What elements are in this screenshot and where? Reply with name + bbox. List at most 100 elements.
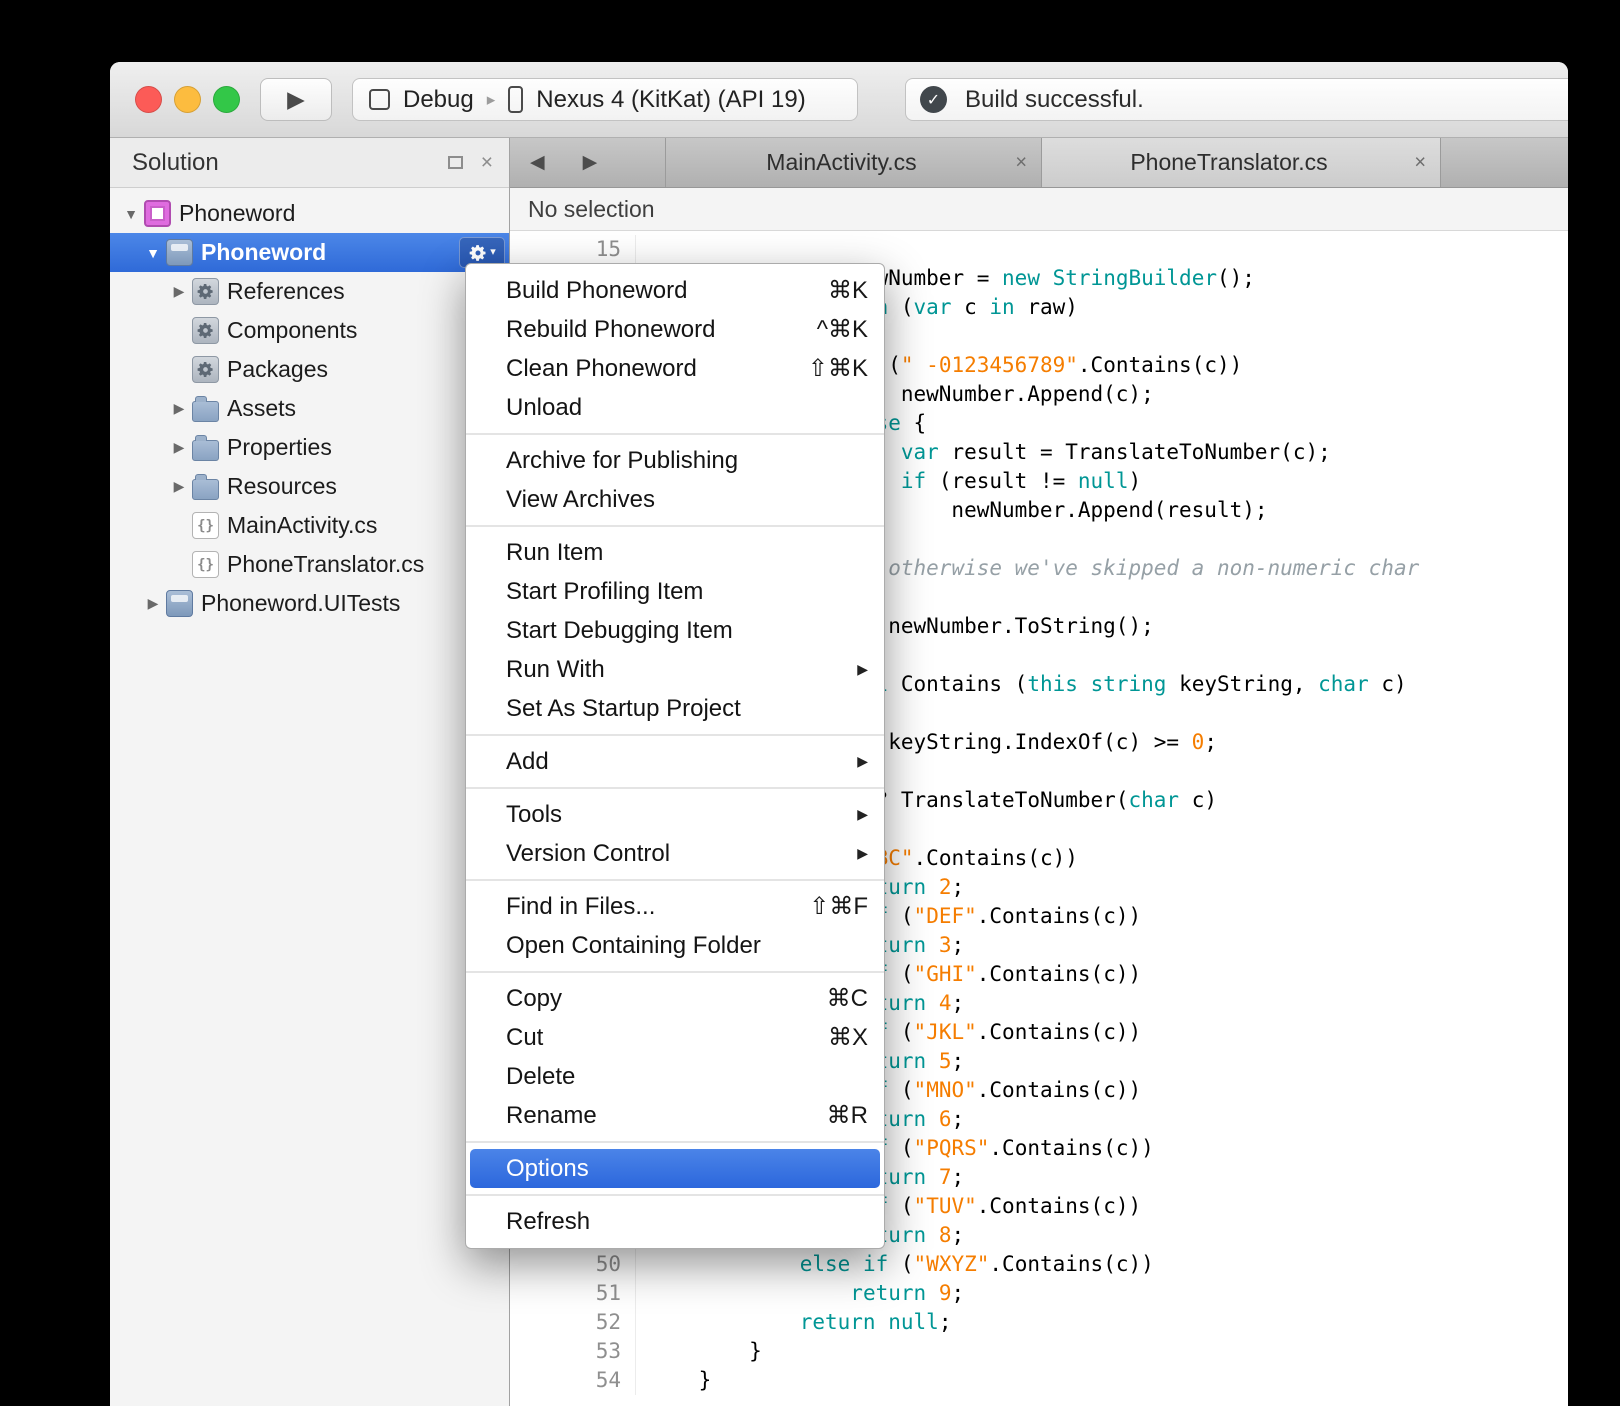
menu-separator — [466, 1141, 884, 1143]
sidebar-item-phoneword[interactable]: ▼Phoneword▾ — [110, 233, 509, 272]
menu-item-add[interactable]: Add▶ — [466, 742, 884, 781]
menu-item-label: Copy — [506, 985, 807, 1013]
run-button[interactable]: ▶ — [260, 78, 332, 121]
menu-item-shortcut: ⇧⌘K — [808, 354, 868, 383]
chevron-right-icon[interactable]: ▶ — [166, 283, 192, 300]
project-context-menu: Build Phoneword⌘K Rebuild Phoneword ^⌘K Cle… — [465, 263, 885, 1249]
chevron-down-icon[interactable]: ▼ — [140, 245, 166, 261]
code-text: } — [636, 1366, 711, 1395]
menu-item-label: Unload — [506, 394, 868, 422]
menu-item-refresh[interactable]: Refresh — [466, 1202, 884, 1241]
menu-item-label: Set As Startup Project — [506, 695, 868, 723]
tab-label: MainActivity.cs — [766, 149, 916, 176]
code-file-icon: {} — [192, 512, 219, 539]
menu-item-label: Refresh — [506, 1208, 868, 1236]
menu-item-clean-phoneword[interactable]: Clean Phoneword ⇧⌘K — [466, 349, 884, 388]
menu-item-label: Rename — [506, 1102, 807, 1130]
dock-pad-icon[interactable] — [448, 156, 463, 169]
menu-item-copy[interactable]: Copy⌘C — [466, 979, 884, 1018]
chevron-right-icon[interactable]: ▶ — [140, 595, 166, 612]
build-status-text: Build successful. — [965, 86, 1144, 114]
menu-item-options[interactable]: Options — [470, 1149, 880, 1188]
line-number: 52 — [510, 1308, 636, 1337]
sidebar-item-properties[interactable]: ▶ Properties — [110, 428, 509, 467]
chevron-right-icon[interactable]: ▶ — [166, 478, 192, 495]
editor-tab-bar: ◀ ▶ MainActivity.cs×PhoneTranslator.cs× — [510, 138, 1568, 188]
menu-item-label: Build Phoneword — [506, 277, 808, 305]
menu-item-label: Run Item — [506, 539, 868, 567]
sidebar-item-mainactivity-cs[interactable]: {} MainActivity.cs — [110, 506, 509, 545]
menu-item-delete[interactable]: Delete — [466, 1057, 884, 1096]
line-number: 54 — [510, 1366, 636, 1395]
tab-navigation: ◀ ▶ — [510, 138, 665, 187]
configuration-icon — [369, 89, 390, 110]
device-icon — [508, 86, 523, 113]
navigate-forward-icon[interactable]: ▶ — [583, 151, 598, 174]
menu-item-rebuild-phoneword[interactable]: Rebuild Phoneword ^⌘K — [466, 310, 884, 349]
menu-separator — [466, 879, 884, 881]
sidebar-item-label: Properties — [227, 434, 332, 461]
close-window-button[interactable] — [135, 86, 162, 113]
submenu-arrow-icon: ▶ — [857, 806, 868, 823]
menu-item-view-archives[interactable]: View Archives — [466, 480, 884, 519]
menu-item-label: Clean Phoneword — [506, 355, 788, 383]
close-icon[interactable]: × — [1015, 151, 1027, 174]
packages-icon — [192, 356, 219, 383]
menu-item-set-as-startup-project[interactable]: Set As Startup Project — [466, 689, 884, 728]
code-line: 51 return 9; — [510, 1279, 1568, 1308]
menu-item-rename[interactable]: Rename⌘R — [466, 1096, 884, 1135]
sidebar-item-assets[interactable]: ▶Assets — [110, 389, 509, 428]
sidebar-item-resources[interactable]: ▶ Resources — [110, 467, 509, 506]
menu-item-run-with[interactable]: Run With▶ — [466, 650, 884, 689]
menu-item-build-phoneword[interactable]: Build Phoneword⌘K — [466, 271, 884, 310]
close-pad-icon[interactable]: × — [481, 152, 493, 173]
line-number: 53 — [510, 1337, 636, 1366]
menu-item-start-debugging-item[interactable]: Start Debugging Item — [466, 611, 884, 650]
menu-item-start-profiling-item[interactable]: Start Profiling Item — [466, 572, 884, 611]
tab-phonetranslator-cs[interactable]: PhoneTranslator.cs× — [1041, 138, 1441, 187]
menu-item-unload[interactable]: Unload — [466, 388, 884, 427]
menu-item-shortcut: ^⌘K — [817, 315, 868, 344]
submenu-arrow-icon: ▶ — [857, 845, 868, 862]
run-configuration-selector[interactable]: Debug ▸ Nexus 4 (KitKat) (API 19) — [352, 78, 858, 121]
code-line: 52 return null; — [510, 1308, 1568, 1337]
menu-item-label: Delete — [506, 1063, 868, 1091]
sidebar-item-phonetranslator-cs[interactable]: {}PhoneTranslator.cs — [110, 545, 509, 584]
sidebar-item-label: Resources — [227, 473, 337, 500]
menu-separator — [466, 525, 884, 527]
code-text: else if ("WXYZ".Contains(c)) — [636, 1250, 1154, 1279]
tab-mainactivity-cs[interactable]: MainActivity.cs × — [665, 138, 1041, 187]
sidebar-item-phoneword-uitests[interactable]: ▶Phoneword.UITests — [110, 584, 509, 623]
code-line: 50 else if ("WXYZ".Contains(c)) — [510, 1250, 1568, 1279]
menu-item-label: Rebuild Phoneword — [506, 316, 797, 344]
minimize-window-button[interactable] — [174, 86, 201, 113]
sidebar-item-phoneword[interactable]: ▼Phoneword — [110, 194, 509, 233]
sidebar-item-components[interactable]: Components — [110, 311, 509, 350]
line-number: 15 — [510, 235, 636, 264]
solution-icon — [144, 200, 171, 227]
window-controls — [135, 86, 240, 113]
build-success-check-icon: ✓ — [920, 86, 947, 113]
chevron-down-icon[interactable]: ▼ — [118, 206, 144, 222]
sidebar-item-references[interactable]: ▶References — [110, 272, 509, 311]
menu-item-run-item[interactable]: Run Item — [466, 533, 884, 572]
sidebar-item-label: Packages — [227, 356, 328, 383]
chevron-right-icon[interactable]: ▶ — [166, 439, 192, 456]
sidebar-item-packages[interactable]: Packages — [110, 350, 509, 389]
menu-item-tools[interactable]: Tools▶ — [466, 795, 884, 834]
navigate-back-icon[interactable]: ◀ — [530, 151, 545, 174]
sidebar-item-label: PhoneTranslator.cs — [227, 551, 424, 578]
submenu-arrow-icon: ▶ — [857, 661, 868, 678]
menu-item-open-containing-folder[interactable]: Open Containing Folder — [466, 926, 884, 965]
sidebar-item-label: MainActivity.cs — [227, 512, 377, 539]
menu-item-archive-for-publishing[interactable]: Archive for Publishing — [466, 441, 884, 480]
code-text: return null; — [636, 1308, 951, 1337]
menu-item-version-control[interactable]: Version Control▶ — [466, 834, 884, 873]
menu-item-find-in-files[interactable]: Find in Files...⇧⌘F — [466, 887, 884, 926]
menu-item-cut[interactable]: Cut⌘X — [466, 1018, 884, 1057]
project-icon — [166, 590, 193, 617]
zoom-window-button[interactable] — [213, 86, 240, 113]
chevron-right-icon[interactable]: ▶ — [166, 400, 192, 417]
close-icon[interactable]: × — [1414, 151, 1426, 174]
breadcrumb[interactable]: No selection — [510, 188, 1568, 231]
